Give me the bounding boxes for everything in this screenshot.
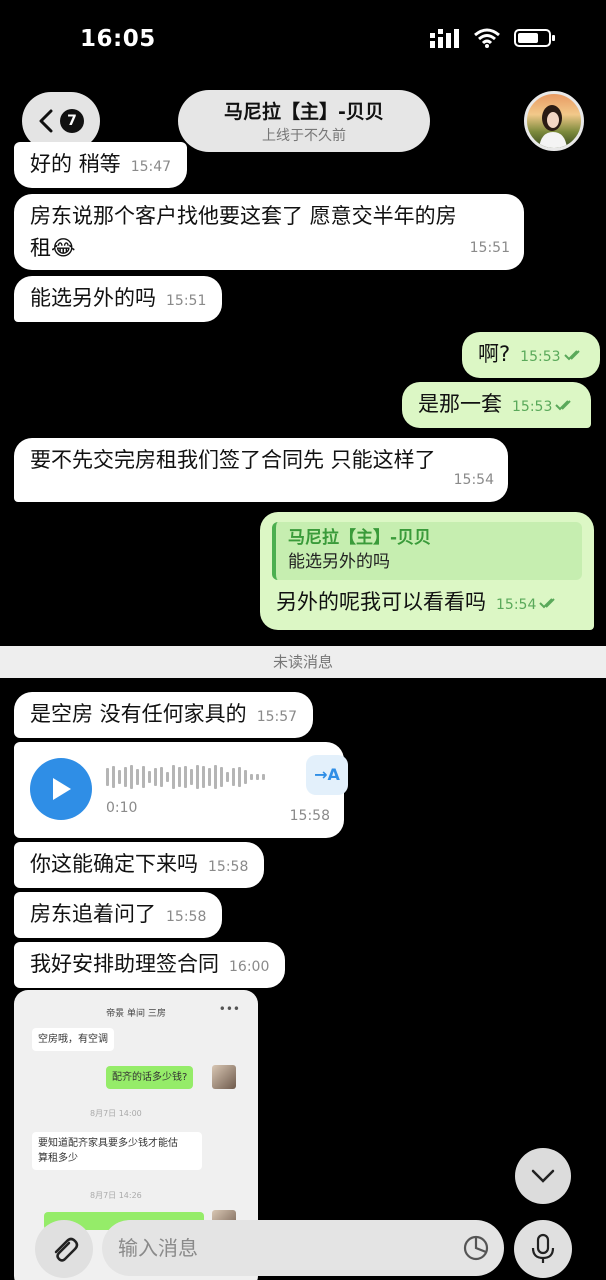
message-bubble-incoming[interactable]: 房东追着问了 15:58 [14,892,223,938]
avatar-image [539,105,567,148]
attach-button[interactable] [35,1220,93,1278]
message-text: 是那一套 [418,392,502,416]
transcribe-button[interactable]: →A [306,755,348,795]
chevron-down-icon [531,1169,555,1183]
sticker-icon[interactable] [462,1234,490,1262]
scroll-down-button[interactable] [515,1148,571,1204]
unread-divider: 未读消息 [0,646,606,678]
message-time: 15:58 [208,859,249,875]
signal-icon [430,29,459,48]
battery-icon [514,29,555,47]
message-bubble-outgoing[interactable]: 马尼拉【主】-贝贝 能选另外的吗 另外的呢我可以看看吗 15:54 [260,512,594,630]
message-time: 15:51 [166,293,207,309]
message-text: 啊? [478,342,511,366]
message-bubble-incoming[interactable]: 你这能确定下来吗 15:58 [14,842,265,888]
message-composer[interactable] [102,1220,504,1276]
message-time: 15:58 [289,808,330,824]
message-text: 我好安排助理签合同 [30,952,219,976]
image-avatar [212,1065,236,1089]
quote-text: 能选另外的吗 [288,552,390,572]
image-text-3-line2: 算租多少 [38,1153,78,1164]
image-more-icon: ••• [218,1002,240,1016]
message-text: 房东说那个客户找他要这套了 愿意交半年的房 [30,204,457,228]
wifi-icon [474,28,500,48]
play-icon [53,778,71,800]
unread-count-badge: 7 [60,109,84,133]
contact-avatar[interactable] [524,91,584,151]
image-date-2: 8月7日 14:26 [90,1191,142,1200]
message-bubble-incoming[interactable]: 要不先交完房租我们签了合同先 只能这样了 15:54 [14,438,508,502]
image-date-1: 8月7日 14:00 [90,1109,142,1118]
message-input[interactable] [118,1228,448,1268]
message-text: 你这能确定下来吗 [30,852,198,876]
read-check-icon [555,400,572,411]
message-text: 另外的呢我可以看看吗 [276,590,486,614]
message-text: 能选另外的吗 [30,286,156,310]
chevron-left-icon [39,109,53,133]
play-button[interactable] [30,758,92,820]
message-time: 16:00 [229,959,270,975]
read-check-icon [563,350,580,361]
message-bubble-incoming[interactable]: 是空房 没有任何家具的 15:57 [14,692,314,738]
status-time: 16:05 [80,26,156,52]
message-text: 房东追着问了 [30,902,156,926]
message-text: 是空房 没有任何家具的 [30,702,247,726]
quote-author: 马尼拉【主】-贝贝 [288,528,432,548]
paperclip-icon [54,1237,79,1262]
message-time: 15:53 [512,399,553,415]
voice-message[interactable]: 0:10 →A 15:58 [14,742,348,838]
status-icons [430,28,556,48]
message-text: 要不先交完房租我们签了合同先 只能这样了 [30,448,436,472]
contact-name: 马尼拉【主】-贝贝 [224,101,384,123]
message-time: 15:53 [520,349,561,365]
voice-record-button[interactable] [514,1220,572,1278]
message-time: 15:51 [469,240,510,256]
read-check-icon [539,598,556,609]
message-time: 15:47 [130,159,172,175]
message-bubble-incoming[interactable]: 好的 稍等 15:47 [14,142,188,188]
image-text-3: 要知道配齐家具要多少钱才能估 算租多少 [32,1132,202,1170]
contact-status: 上线于不久前 [262,128,346,144]
image-text-3-line1: 要知道配齐家具要多少钱才能估 [38,1138,178,1149]
message-bubble-outgoing[interactable]: 啊? 15:53 [462,332,600,378]
image-text-1: 空房哦，有空调 [32,1028,114,1051]
message-bubble-incoming[interactable]: 我好安排助理签合同 16:00 [14,942,286,988]
message-time: 15:54 [453,472,494,488]
reply-quote[interactable]: 马尼拉【主】-贝贝 能选另外的吗 [272,522,582,580]
image-text-2: 配齐的话多少钱? [106,1066,194,1089]
message-time: 15:58 [166,909,207,925]
message-bubble-incoming[interactable]: 能选另外的吗 15:51 [14,276,223,322]
message-time: 15:57 [256,709,298,725]
message-bubble-outgoing[interactable]: 是那一套 15:53 [402,382,592,428]
chat-title[interactable]: 马尼拉【主】-贝贝 上线于不久前 [178,90,430,152]
message-bubble-incoming[interactable]: 房东说那个客户找他要这套了 愿意交半年的房 租😂 15:51 [14,194,524,270]
voice-waveform[interactable] [106,764,265,790]
message-time: 15:54 [496,597,537,613]
message-text: 好的 稍等 [30,152,121,176]
voice-duration: 0:10 [106,800,138,816]
microphone-icon [531,1233,555,1263]
message-text-line2: 租😂 [30,236,76,260]
